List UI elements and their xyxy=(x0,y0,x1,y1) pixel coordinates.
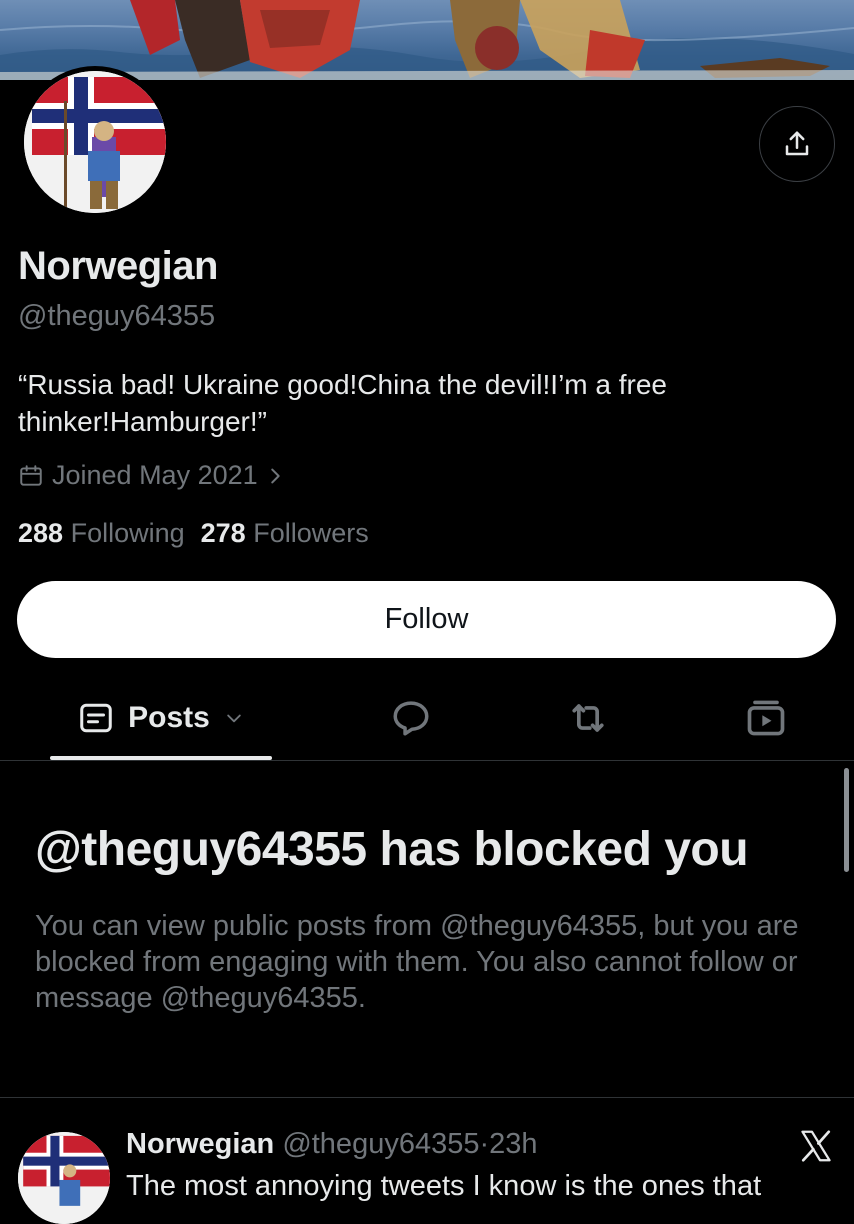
chevron-down-icon xyxy=(227,714,241,723)
profile-banner[interactable] xyxy=(0,0,854,80)
blocked-message: You can view public posts from @theguy64… xyxy=(35,910,799,1014)
following-link[interactable]: 288 Following xyxy=(18,518,185,548)
follow-stats: 288 Following 278 Followers xyxy=(18,518,369,549)
profile-tabs: Posts xyxy=(0,676,854,761)
tab-reposts[interactable] xyxy=(566,696,610,740)
follow-button[interactable]: Follow xyxy=(17,581,836,658)
display-name: Norwegian xyxy=(18,244,218,288)
blocked-title: @theguy64355 has blocked you xyxy=(35,823,749,876)
post-separator: · xyxy=(479,1128,490,1160)
following-label: Following xyxy=(70,518,185,548)
post-text: The most annoying tweets I know is the o… xyxy=(126,1170,762,1202)
share-button[interactable] xyxy=(759,106,835,182)
posts-icon xyxy=(80,703,112,733)
divider xyxy=(0,1097,854,1098)
post-author-name[interactable]: Norwegian xyxy=(126,1128,274,1160)
share-icon xyxy=(785,131,809,156)
x-logo-icon[interactable] xyxy=(798,1128,834,1164)
scrollbar[interactable] xyxy=(844,768,849,872)
repost-icon xyxy=(572,704,604,732)
joined-label: Joined May 2021 xyxy=(52,460,258,490)
reply-icon xyxy=(393,701,429,736)
tab-replies[interactable] xyxy=(389,696,433,740)
tab-media[interactable] xyxy=(744,696,788,740)
joined-date[interactable]: Joined May 2021 xyxy=(18,460,294,491)
media-icon xyxy=(747,700,785,736)
profile-avatar[interactable] xyxy=(19,66,171,218)
tab-posts-label: Posts xyxy=(128,701,210,734)
followers-count: 278 xyxy=(200,518,246,548)
calendar-icon xyxy=(20,464,42,486)
post-avatar[interactable] xyxy=(18,1132,110,1224)
post-author-handle[interactable]: @theguy64355 xyxy=(282,1128,479,1160)
banner-painting xyxy=(0,0,854,80)
post-header: Norwegian @theguy64355·23h xyxy=(126,1128,538,1161)
avatar-image xyxy=(24,71,166,213)
tab-active-indicator xyxy=(50,756,272,760)
followers-label: Followers xyxy=(253,518,369,548)
tab-posts[interactable]: Posts xyxy=(50,676,272,760)
bio: “Russia bad! Ukraine good!China the devi… xyxy=(18,369,668,437)
post-time[interactable]: 23h xyxy=(489,1128,537,1160)
followers-link[interactable]: 278 Followers xyxy=(201,518,369,548)
following-count: 288 xyxy=(18,518,64,548)
handle: @theguy64355 xyxy=(18,300,216,332)
chevron-right-icon xyxy=(270,468,280,483)
